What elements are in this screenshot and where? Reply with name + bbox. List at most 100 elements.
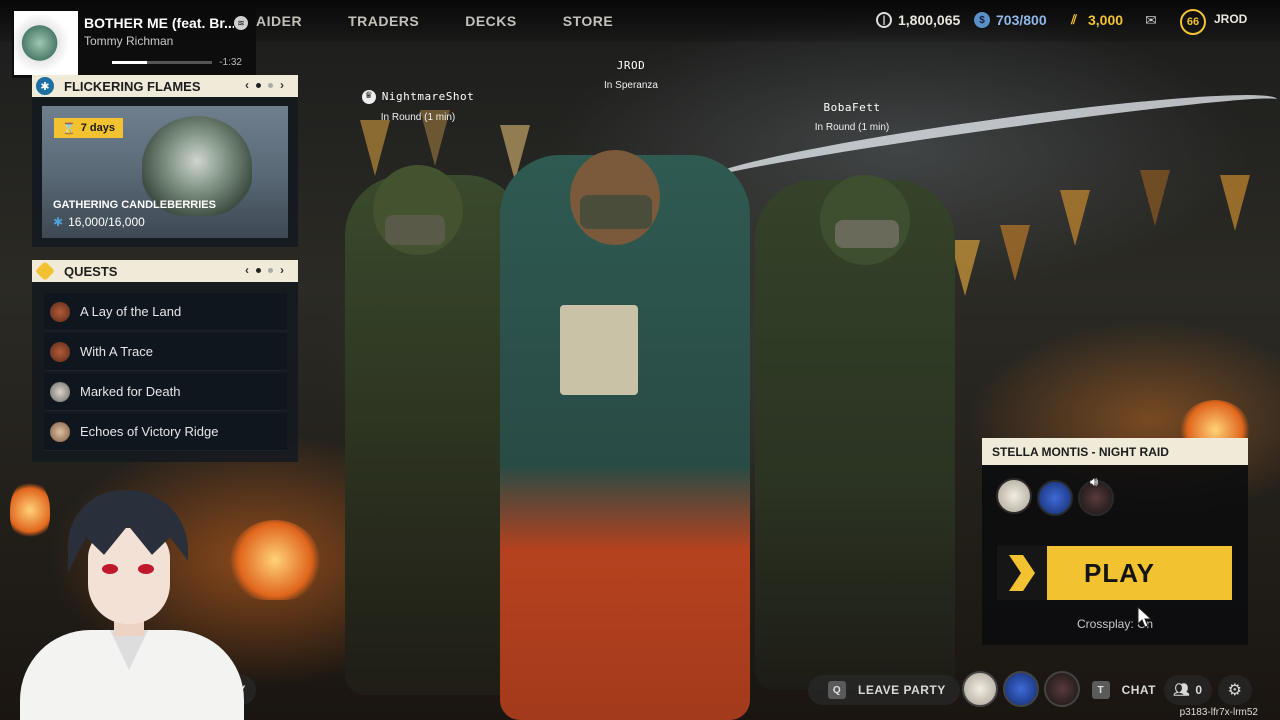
quests-panel-header: QUESTS ‹ › [32, 260, 298, 282]
raider-tokens-value: 703/800 [996, 12, 1047, 28]
raider-face-icon [50, 342, 70, 362]
event-card[interactable]: ⌛ 7 days GATHERING CANDLEBERRIES ✱ 16,00… [42, 106, 288, 238]
speaker-icon: 🔊︎ [1090, 474, 1099, 489]
pager-dot-active [256, 267, 261, 273]
party-avatar-2[interactable] [1037, 480, 1073, 516]
keycap-q: Q [828, 681, 846, 699]
quest-diamond-icon [35, 261, 55, 281]
quest-item[interactable]: With A Trace [44, 333, 287, 371]
play-label: PLAY [1084, 557, 1155, 588]
main-nav: AIDER TRADERS DECKS STORE [256, 13, 659, 29]
trader-portrait-icon [50, 382, 70, 402]
event-pager: ‹ › [245, 78, 284, 92]
trader-portrait-icon [50, 422, 70, 442]
player-name: JROD [616, 59, 646, 72]
party-avatar-small-1[interactable] [962, 671, 998, 707]
chat-button[interactable]: T CHAT [1090, 675, 1156, 705]
quest-item[interactable]: Marked for Death [44, 373, 287, 411]
event-title: GATHERING CANDLEBERRIES [53, 199, 216, 211]
player-name: NightmareShot [381, 90, 475, 103]
pager-dot [268, 82, 273, 88]
keycap-t: T [1092, 681, 1110, 699]
game-mode-title[interactable]: STELLA MONTIS - NIGHT RAID [982, 438, 1248, 465]
album-art [14, 11, 78, 75]
gear-cog-icon: ✱ [36, 77, 54, 95]
friends-count: 0 [1195, 683, 1203, 697]
chevron-right-icon[interactable]: › [280, 263, 284, 277]
nav-raider[interactable]: AIDER [256, 13, 302, 29]
leave-party-label: LEAVE PARTY [858, 683, 946, 697]
player-label-jrod[interactable]: JROD In Speranza [580, 59, 682, 91]
quest-item[interactable]: A Lay of the Land [44, 293, 287, 331]
hourglass-icon: ⌛ [62, 122, 76, 135]
quests-header-title: QUESTS [64, 263, 118, 279]
track-time-remaining: -1:32 [219, 57, 242, 68]
now-playing-widget: BOTHER ME (feat. Br... ≋ Tommy Richman -… [12, 8, 256, 78]
event-header-title: FLICKERING FLAMES [64, 78, 201, 94]
player-name-row: ♛ NightmareShot [358, 90, 478, 105]
leave-party-button[interactable]: Q LEAVE PARTY [808, 675, 960, 705]
player-status: In Speranza [604, 80, 658, 91]
friends-icon: 👥︎ [1173, 682, 1191, 697]
quests-pager: ‹ › [245, 263, 284, 277]
session-id: p3183-lfr7x-lrm52 [1179, 707, 1258, 718]
raider-face-icon [50, 302, 70, 322]
avatar-left-eye [102, 564, 118, 574]
nav-traders[interactable]: TRADERS [348, 13, 419, 29]
token-icon: $ [974, 12, 990, 28]
raider-tokens-display[interactable]: $ 703/800 [974, 12, 1047, 28]
coin-icon: | [876, 12, 892, 28]
credits-value: 3,000 [1088, 12, 1124, 28]
chevron-left-icon[interactable]: ‹ [245, 78, 249, 92]
chevron-right-icon[interactable]: › [280, 78, 284, 92]
quest-label: Echoes of Victory Ridge [80, 424, 219, 439]
quest-label: Marked for Death [80, 384, 181, 399]
player-label-nightmareshot[interactable]: ♛ NightmareShot In Round (1 min) [358, 90, 478, 123]
track-artist: Tommy Richman [84, 34, 174, 48]
settings-button[interactable]: ⚙ [1218, 675, 1252, 705]
soldier-right [755, 175, 955, 690]
chevron-left-icon[interactable]: ‹ [245, 263, 249, 277]
event-timer: 7 days [80, 122, 115, 134]
quest-label: A Lay of the Land [80, 304, 182, 319]
gear-icon: ⚙ [1227, 682, 1243, 699]
player-label-bobafett[interactable]: BobaFett In Round (1 min) [792, 101, 912, 133]
party-avatar-small-3[interactable] [1044, 671, 1080, 707]
track-title: BOTHER ME (feat. Br... [84, 15, 234, 31]
play-button[interactable]: PLAY [997, 546, 1232, 600]
gear-cog-icon: ✱ [53, 215, 64, 229]
player-status: In Round (1 min) [380, 112, 456, 124]
event-panel-header: ✱ FLICKERING FLAMES ‹ › [32, 75, 298, 97]
credits-display[interactable]: ⫽ 3,000 [1066, 12, 1123, 28]
coins-display[interactable]: | 1,800,065 [876, 12, 960, 28]
crossplay-status[interactable]: Crossplay: On [982, 617, 1248, 631]
player-status: In Round (1 min) [814, 122, 890, 133]
crown-icon: ♛ [361, 90, 376, 105]
party-avatar-small-2[interactable] [1003, 671, 1039, 707]
friends-button[interactable]: 👥︎ 0 [1164, 675, 1212, 705]
avatar-right-eye [138, 564, 154, 574]
track-progress-fill [112, 61, 147, 64]
player-name: BobaFett [823, 101, 881, 114]
nav-decks[interactable]: DECKS [465, 13, 517, 29]
spotify-icon: ≋ [234, 16, 248, 30]
chat-label: CHAT [1121, 683, 1156, 697]
play-chevron-icon [997, 546, 1047, 600]
pager-dot [268, 267, 273, 273]
username[interactable]: JROD [1214, 12, 1247, 26]
event-timer-badge: ⌛ 7 days [54, 118, 123, 138]
mail-button[interactable]: ✉ [1143, 12, 1159, 28]
soldier-center [500, 150, 750, 720]
mouse-cursor [1137, 606, 1153, 628]
nav-store[interactable]: STORE [563, 13, 613, 29]
coins-value: 1,800,065 [898, 12, 961, 28]
credits-icon: ⫽ [1071, 12, 1077, 27]
player-level-badge: 66 [1180, 9, 1206, 35]
track-progress-bar [112, 61, 212, 64]
pager-dot-active [256, 82, 261, 88]
quest-item[interactable]: Echoes of Victory Ridge [44, 413, 287, 451]
quest-label: With A Trace [80, 344, 153, 359]
party-avatar-1[interactable] [996, 478, 1032, 514]
soldier-left [345, 165, 525, 695]
event-progress: ✱ 16,000/16,000 [53, 215, 145, 229]
